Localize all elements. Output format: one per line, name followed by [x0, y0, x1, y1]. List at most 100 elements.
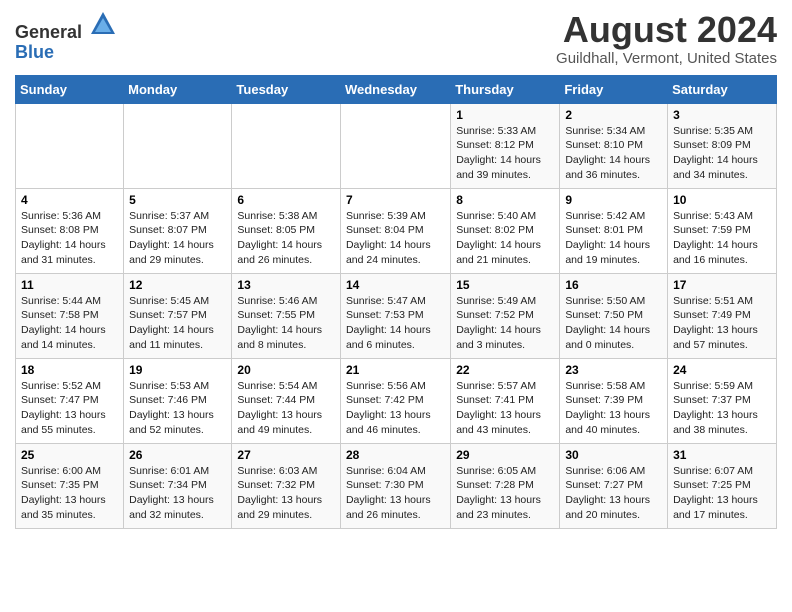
col-header-friday: Friday: [560, 75, 668, 103]
day-number: 1: [456, 108, 554, 122]
day-cell: 6 Sunrise: 5:38 AM Sunset: 8:05 PM Daylig…: [232, 188, 341, 273]
day-info: Sunrise: 5:37 AM Sunset: 8:07 PM Dayligh…: [129, 209, 226, 268]
col-header-monday: Monday: [124, 75, 232, 103]
day-number: 16: [565, 278, 662, 292]
day-number: 21: [346, 363, 445, 377]
day-info: Sunrise: 5:50 AM Sunset: 7:50 PM Dayligh…: [565, 294, 662, 353]
day-info: Sunrise: 5:43 AM Sunset: 7:59 PM Dayligh…: [673, 209, 771, 268]
day-cell: 10 Sunrise: 5:43 AM Sunset: 7:59 PM Dayli…: [668, 188, 777, 273]
day-info: Sunrise: 5:52 AM Sunset: 7:47 PM Dayligh…: [21, 379, 118, 438]
week-row-4: 18 Sunrise: 5:52 AM Sunset: 7:47 PM Dayli…: [16, 358, 777, 443]
day-info: Sunrise: 5:51 AM Sunset: 7:49 PM Dayligh…: [673, 294, 771, 353]
day-cell: 12Sunrise: 5:45 AM Sunset: 7:57 PM Dayli…: [124, 273, 232, 358]
day-cell: 24 Sunrise: 5:59 AM Sunset: 7:37 PM Dayli…: [668, 358, 777, 443]
day-number: 12: [129, 278, 226, 292]
col-header-thursday: Thursday: [451, 75, 560, 103]
day-number: 10: [673, 193, 771, 207]
day-info: Sunrise: 6:04 AM Sunset: 7:30 PM Dayligh…: [346, 464, 445, 523]
day-number: 3: [673, 108, 771, 122]
day-number: 22: [456, 363, 554, 377]
day-cell: 28 Sunrise: 6:04 AM Sunset: 7:30 PM Dayli…: [340, 443, 450, 528]
day-number: 17: [673, 278, 771, 292]
day-info: Sunrise: 5:33 AM Sunset: 8:12 PM Dayligh…: [456, 124, 554, 183]
logo-icon: [89, 10, 117, 38]
day-info: Sunrise: 5:35 AM Sunset: 8:09 PM Dayligh…: [673, 124, 771, 183]
logo-general: General: [15, 22, 82, 42]
day-cell: [232, 103, 341, 188]
day-number: 18: [21, 363, 118, 377]
day-number: 13: [237, 278, 335, 292]
day-info: Sunrise: 5:34 AM Sunset: 8:10 PM Dayligh…: [565, 124, 662, 183]
day-info: Sunrise: 6:06 AM Sunset: 7:27 PM Dayligh…: [565, 464, 662, 523]
day-info: Sunrise: 5:40 AM Sunset: 8:02 PM Dayligh…: [456, 209, 554, 268]
day-number: 20: [237, 363, 335, 377]
day-number: 28: [346, 448, 445, 462]
day-cell: 16 Sunrise: 5:50 AM Sunset: 7:50 PM Dayli…: [560, 273, 668, 358]
day-cell: 1 Sunrise: 5:33 AM Sunset: 8:12 PM Daylig…: [451, 103, 560, 188]
week-row-5: 25Sunrise: 6:00 AM Sunset: 7:35 PM Dayli…: [16, 443, 777, 528]
week-row-2: 4 Sunrise: 5:36 AM Sunset: 8:08 PM Daylig…: [16, 188, 777, 273]
day-number: 29: [456, 448, 554, 462]
title-area: August 2024 Guildhall, Vermont, United S…: [556, 10, 777, 67]
day-number: 19: [129, 363, 226, 377]
day-info: Sunrise: 6:01 AM Sunset: 7:34 PM Dayligh…: [129, 464, 226, 523]
month-title: August 2024: [556, 10, 777, 50]
col-header-tuesday: Tuesday: [232, 75, 341, 103]
day-info: Sunrise: 5:57 AM Sunset: 7:41 PM Dayligh…: [456, 379, 554, 438]
day-number: 8: [456, 193, 554, 207]
day-number: 4: [21, 193, 118, 207]
header: General Blue August 2024 Guildhall, Verm…: [15, 10, 777, 67]
day-cell: 17 Sunrise: 5:51 AM Sunset: 7:49 PM Dayli…: [668, 273, 777, 358]
day-number: 27: [237, 448, 335, 462]
day-info: Sunrise: 5:56 AM Sunset: 7:42 PM Dayligh…: [346, 379, 445, 438]
day-cell: 13 Sunrise: 5:46 AM Sunset: 7:55 PM Dayli…: [232, 273, 341, 358]
day-info: Sunrise: 5:59 AM Sunset: 7:37 PM Dayligh…: [673, 379, 771, 438]
day-cell: 27 Sunrise: 6:03 AM Sunset: 7:32 PM Dayli…: [232, 443, 341, 528]
day-info: Sunrise: 5:58 AM Sunset: 7:39 PM Dayligh…: [565, 379, 662, 438]
location-title: Guildhall, Vermont, United States: [556, 50, 777, 67]
day-number: 9: [565, 193, 662, 207]
day-info: Sunrise: 6:03 AM Sunset: 7:32 PM Dayligh…: [237, 464, 335, 523]
col-header-sunday: Sunday: [16, 75, 124, 103]
day-number: 6: [237, 193, 335, 207]
day-cell: 5 Sunrise: 5:37 AM Sunset: 8:07 PM Daylig…: [124, 188, 232, 273]
col-header-wednesday: Wednesday: [340, 75, 450, 103]
logo-blue: Blue: [15, 42, 54, 62]
day-cell: 3 Sunrise: 5:35 AM Sunset: 8:09 PM Daylig…: [668, 103, 777, 188]
day-number: 14: [346, 278, 445, 292]
week-row-3: 11Sunrise: 5:44 AM Sunset: 7:58 PM Dayli…: [16, 273, 777, 358]
day-cell: 4 Sunrise: 5:36 AM Sunset: 8:08 PM Daylig…: [16, 188, 124, 273]
day-cell: [124, 103, 232, 188]
day-info: Sunrise: 5:44 AM Sunset: 7:58 PM Dayligh…: [21, 294, 118, 353]
day-cell: 19Sunrise: 5:53 AM Sunset: 7:46 PM Dayli…: [124, 358, 232, 443]
logo: General Blue: [15, 10, 117, 63]
day-info: Sunrise: 5:39 AM Sunset: 8:04 PM Dayligh…: [346, 209, 445, 268]
day-cell: 7Sunrise: 5:39 AM Sunset: 8:04 PM Daylig…: [340, 188, 450, 273]
day-cell: 14 Sunrise: 5:47 AM Sunset: 7:53 PM Dayli…: [340, 273, 450, 358]
day-cell: 26 Sunrise: 6:01 AM Sunset: 7:34 PM Dayli…: [124, 443, 232, 528]
day-cell: [16, 103, 124, 188]
day-info: Sunrise: 5:42 AM Sunset: 8:01 PM Dayligh…: [565, 209, 662, 268]
day-number: 26: [129, 448, 226, 462]
day-number: 31: [673, 448, 771, 462]
day-number: 24: [673, 363, 771, 377]
day-cell: 15Sunrise: 5:49 AM Sunset: 7:52 PM Dayli…: [451, 273, 560, 358]
day-number: 30: [565, 448, 662, 462]
day-info: Sunrise: 5:38 AM Sunset: 8:05 PM Dayligh…: [237, 209, 335, 268]
day-number: 2: [565, 108, 662, 122]
day-cell: 9 Sunrise: 5:42 AM Sunset: 8:01 PM Daylig…: [560, 188, 668, 273]
col-header-saturday: Saturday: [668, 75, 777, 103]
day-info: Sunrise: 5:36 AM Sunset: 8:08 PM Dayligh…: [21, 209, 118, 268]
day-number: 5: [129, 193, 226, 207]
calendar-table: SundayMondayTuesdayWednesdayThursdayFrid…: [15, 75, 777, 529]
day-number: 23: [565, 363, 662, 377]
day-info: Sunrise: 6:05 AM Sunset: 7:28 PM Dayligh…: [456, 464, 554, 523]
day-cell: 25Sunrise: 6:00 AM Sunset: 7:35 PM Dayli…: [16, 443, 124, 528]
day-info: Sunrise: 5:46 AM Sunset: 7:55 PM Dayligh…: [237, 294, 335, 353]
day-cell: 11Sunrise: 5:44 AM Sunset: 7:58 PM Dayli…: [16, 273, 124, 358]
header-row: SundayMondayTuesdayWednesdayThursdayFrid…: [16, 75, 777, 103]
day-cell: 30 Sunrise: 6:06 AM Sunset: 7:27 PM Dayli…: [560, 443, 668, 528]
day-cell: [340, 103, 450, 188]
day-info: Sunrise: 5:47 AM Sunset: 7:53 PM Dayligh…: [346, 294, 445, 353]
day-cell: 22 Sunrise: 5:57 AM Sunset: 7:41 PM Dayli…: [451, 358, 560, 443]
